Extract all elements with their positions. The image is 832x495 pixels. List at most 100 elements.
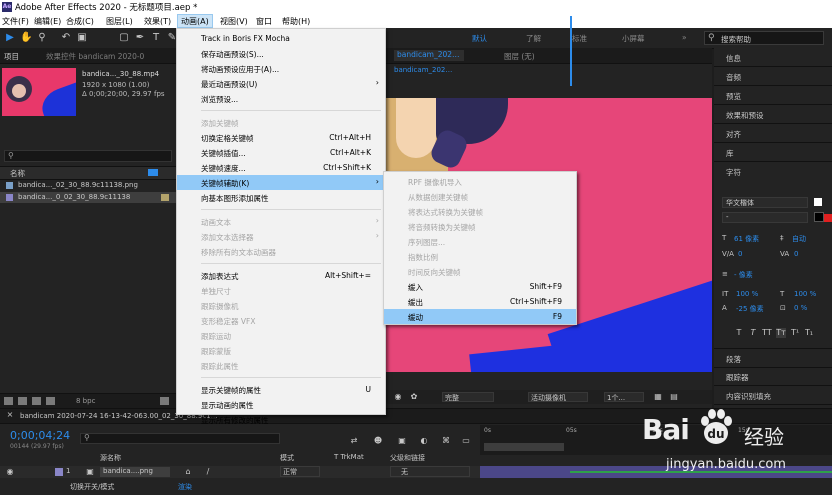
panel-library[interactable]: 库 — [714, 143, 832, 162]
blend-mode-dropdown[interactable]: 正常 — [280, 466, 320, 477]
tab-composition[interactable]: bandicam_2020-07_02_30_88_0c11138 — [394, 50, 464, 61]
workspace-more-icon[interactable]: » — [682, 33, 687, 42]
frame-blending-icon[interactable]: ▣ — [396, 435, 408, 447]
animation-menu-item[interactable]: 向基本图形添加属性 — [177, 190, 385, 205]
faux-bold-button[interactable]: T — [734, 328, 744, 338]
panel-character[interactable]: 字符 — [714, 162, 832, 180]
label-color-swatch[interactable] — [55, 468, 63, 476]
panel-info[interactable]: 信息 — [714, 48, 832, 67]
column-mode[interactable]: 模式 — [280, 453, 294, 463]
menu-effect[interactable]: 效果(T) — [144, 16, 171, 27]
preview-icon[interactable]: ▤ — [668, 391, 680, 403]
playhead[interactable] — [570, 16, 572, 86]
leading-value[interactable]: 自动 — [792, 234, 806, 244]
hand-tool-icon[interactable]: ✋ — [20, 32, 32, 44]
menu-composition[interactable]: 合成(C) — [66, 16, 94, 27]
column-trkmat[interactable]: T TrkMat — [334, 453, 364, 461]
layer-row[interactable]: ◉ 1 ▣ bandica....png ⌂ / 正常 无 — [0, 466, 480, 478]
trash-icon[interactable] — [160, 397, 169, 405]
vertical-scale-value[interactable]: 100 % — [736, 290, 758, 298]
tab-effect-controls[interactable]: 效果控件 bandicam 2020-0 — [46, 51, 144, 62]
work-area-bar[interactable] — [484, 443, 564, 451]
menu-view[interactable]: 视图(V) — [220, 16, 248, 27]
small-caps-button[interactable]: Tт — [776, 328, 786, 338]
animation-menu-item[interactable]: 切换定格关键帧 Ctrl+Alt+H — [177, 130, 385, 145]
draft-3d-icon[interactable]: ⇄ — [348, 435, 360, 447]
shy-icon[interactable]: ☻ — [372, 435, 384, 447]
stroke-color-swatch[interactable] — [814, 212, 824, 222]
font-size-value[interactable]: 61 像素 — [734, 234, 759, 244]
animation-menu-item[interactable]: 关键帧辅助(K) › — [177, 175, 385, 190]
animation-menu-item[interactable]: 最近动画预设(U) › — [177, 76, 385, 91]
resolution-dropdown[interactable]: 完整 — [442, 392, 494, 402]
label-icon[interactable] — [148, 169, 158, 176]
interpret-footage-icon[interactable] — [4, 397, 13, 405]
close-icon[interactable]: × — [4, 409, 16, 421]
workspace-standard[interactable]: 标准 — [572, 33, 587, 44]
keyframe-assistant-item[interactable]: 缓入 Shift+F9 — [384, 279, 576, 294]
help-search-input[interactable]: ⚲ 搜索帮助 — [704, 31, 824, 45]
layer-name[interactable]: bandica....png — [100, 467, 170, 477]
no-color-icon[interactable] — [824, 214, 832, 222]
views-dropdown[interactable]: 1个... — [604, 392, 644, 402]
toggle-switches-modes[interactable]: 切换开关/模式 — [70, 482, 114, 492]
visibility-icon[interactable]: ◉ — [4, 466, 16, 478]
font-style-dropdown[interactable]: - — [722, 212, 808, 223]
panel-audio[interactable]: 音频 — [714, 67, 832, 86]
shy-switch-icon[interactable]: ⌂ — [182, 466, 194, 478]
color-channel-icon[interactable]: ✿ — [408, 391, 420, 403]
render-time-label[interactable]: 渲染 — [178, 482, 192, 492]
fill-color-swatch[interactable] — [814, 198, 822, 206]
snapshot-icon[interactable]: ◉ — [392, 391, 404, 403]
workspace-default[interactable]: 默认 — [472, 33, 487, 44]
panel-tracker[interactable]: 跟踪器 — [714, 367, 832, 386]
animation-menu-item[interactable]: 保存动画预设(S)... — [177, 46, 385, 61]
animation-menu-item[interactable]: 添加表达式 Alt+Shift+= — [177, 268, 385, 283]
superscript-button[interactable]: T¹ — [790, 328, 800, 338]
tracking-value[interactable]: 0 — [794, 250, 798, 258]
rotate-tool-icon[interactable]: ↶ — [60, 32, 72, 44]
menu-animation[interactable]: 动画(A) — [177, 14, 213, 28]
motion-blur-icon[interactable]: ◐ — [418, 435, 430, 447]
new-folder-icon[interactable] — [18, 397, 27, 405]
workspace-learn[interactable]: 了解 — [526, 33, 541, 44]
view-layout-icon[interactable]: ▦ — [652, 391, 664, 403]
animation-menu-item[interactable]: 将动画预设应用于(A)... — [177, 61, 385, 76]
column-parent[interactable]: 父级和链接 — [390, 453, 425, 463]
baseline-shift-value[interactable]: -25 像素 — [736, 304, 764, 314]
settings-icon[interactable] — [46, 397, 55, 405]
keyframe-assistant-item[interactable]: 缓出 Ctrl+Shift+F9 — [384, 294, 576, 309]
parent-dropdown[interactable]: 无 — [390, 466, 470, 477]
project-search-input[interactable]: ⚲ — [4, 150, 172, 162]
animation-menu-item[interactable]: 显示所有修改的属性 — [177, 412, 385, 427]
animation-menu-item[interactable]: 显示动画的属性 — [177, 397, 385, 412]
all-caps-button[interactable]: TT — [762, 328, 772, 338]
graph-editor-icon[interactable]: ⌘ — [440, 435, 452, 447]
tab-project[interactable]: 项目 — [4, 51, 19, 62]
column-source-name[interactable]: 源名称 — [100, 453, 121, 463]
panel-paragraph[interactable]: 段落 — [714, 348, 832, 368]
column-name[interactable]: 名称 — [10, 168, 25, 179]
panel-align[interactable]: 对齐 — [714, 124, 832, 143]
project-file-row[interactable]: bandica..._0_02_30_88.9c11138 — [0, 192, 176, 203]
keyframe-assistant-item[interactable]: 缓动 F9 — [384, 309, 576, 324]
tsume-value[interactable]: 0 % — [794, 304, 807, 312]
menu-layer[interactable]: 图层(L) — [106, 16, 133, 27]
font-family-dropdown[interactable]: 华文楷体 — [722, 197, 808, 208]
panel-preview[interactable]: 预览 — [714, 86, 832, 105]
menu-help[interactable]: 帮助(H) — [282, 16, 310, 27]
animation-menu-item[interactable]: 关键帧插值... Ctrl+Alt+K — [177, 145, 385, 160]
selection-tool-icon[interactable]: ▶ — [4, 32, 16, 44]
animation-menu-item[interactable]: 浏览预设... — [177, 91, 385, 106]
quality-switch-icon[interactable]: / — [202, 466, 214, 478]
project-file-row[interactable]: bandica..._02_30_88.9c11138.png — [0, 180, 176, 191]
timeline-search-input[interactable]: ⚲ — [80, 433, 280, 444]
menu-window[interactable]: 窗口 — [256, 16, 272, 27]
zoom-tool-icon[interactable]: ⚲ — [36, 32, 48, 44]
text-tool-icon[interactable]: T — [150, 32, 162, 44]
animation-menu-item[interactable]: 关键帧速度... Ctrl+Shift+K — [177, 160, 385, 175]
chart-icon[interactable]: ▭ — [460, 435, 472, 447]
animation-menu-item[interactable]: 显示关键帧的属性 U — [177, 382, 385, 397]
camera-tool-icon[interactable]: ▣ — [76, 32, 88, 44]
rectangle-tool-icon[interactable]: ▢ — [118, 32, 130, 44]
